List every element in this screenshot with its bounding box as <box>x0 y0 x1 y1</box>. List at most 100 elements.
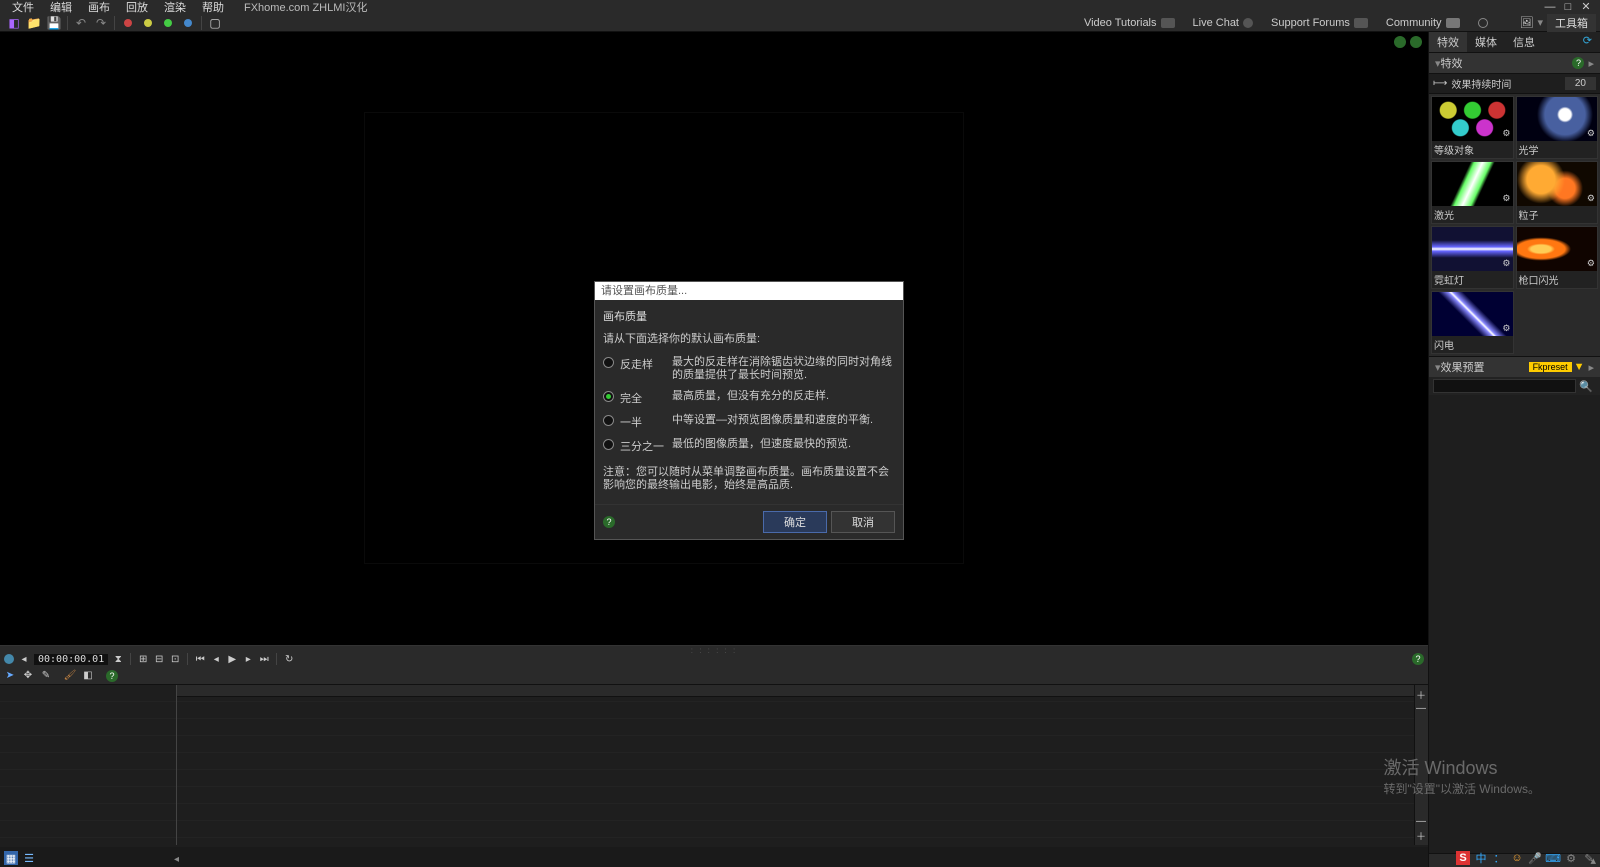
quality-half-icon[interactable] <box>160 15 176 31</box>
toggle-bounds-icon[interactable]: ▢ <box>207 15 223 31</box>
menu-bar: 文件 编辑 画布 回放 渲染 帮助 FXhome.com ZHLMI汉化 — □… <box>0 0 1600 14</box>
ime-handwrite-icon[interactable]: ✎ <box>1582 851 1596 865</box>
option-half[interactable]: 一半 中等设置—对预览图像质量和速度的平衡. <box>603 410 895 434</box>
ime-engine-icon[interactable]: S <box>1456 851 1470 865</box>
tab-media[interactable]: 媒体 <box>1467 32 1505 52</box>
effects-grid: ⚙ 等级对象 ⚙ 光学 ⚙ 激光 ⚙ 粒子 ⚙ 霓虹灯 ⚙ 枪口闪光 ⚙ 闪电 <box>1429 94 1600 356</box>
link-community[interactable]: Community <box>1386 17 1460 29</box>
loop-icon[interactable]: ↻ <box>283 653 295 665</box>
ok-button[interactable]: 确定 <box>763 511 827 533</box>
maximize-button[interactable]: □ <box>1562 1 1574 13</box>
ime-punct-icon[interactable]: ： <box>1492 851 1506 865</box>
section-menu-icon[interactable]: ▸ <box>1584 57 1594 70</box>
menu-playback[interactable]: 回放 <box>118 0 156 15</box>
pointer-tool-icon[interactable]: ➤ <box>4 670 16 682</box>
add-track-icon[interactable]: ＋ <box>1416 687 1426 702</box>
minimize-button[interactable]: — <box>1544 1 1556 13</box>
taskbar-app2-icon[interactable]: ☰ <box>22 851 36 865</box>
link-video-tutorials[interactable]: Video Tutorials <box>1084 17 1175 29</box>
effect-particles[interactable]: ⚙ 粒子 <box>1516 161 1599 224</box>
timeline-tracks[interactable]: ＋ — — ＋ <box>0 685 1428 845</box>
ime-settings-icon[interactable]: ⚙ <box>1564 851 1578 865</box>
menu-canvas[interactable]: 画布 <box>80 0 118 15</box>
link-live-chat[interactable]: Live Chat <box>1193 17 1253 29</box>
menu-render[interactable]: 渲染 <box>156 0 194 15</box>
effect-muzzle[interactable]: ⚙ 枪口闪光 <box>1516 226 1599 289</box>
effect-laser[interactable]: ⚙ 激光 <box>1431 161 1514 224</box>
image-tab-icon[interactable]: 🖼 <box>1520 16 1534 29</box>
link-globe[interactable] <box>1478 18 1488 28</box>
next-frame-icon[interactable]: ▸ <box>242 653 254 665</box>
gear-icon: ⚙ <box>1502 128 1510 139</box>
collapse-panel-icon[interactable]: ⟳ <box>1575 32 1600 52</box>
tab-info[interactable]: 信息 <box>1505 32 1543 52</box>
section-effects-label: 特效 <box>1441 55 1463 71</box>
canvas-help-icon[interactable] <box>1410 36 1422 48</box>
eraser-tool-icon[interactable]: ◧ <box>82 670 94 682</box>
dialog-note: 注意：您可以随时从菜单调整画布质量。画布质量设置不会影响您的最终输出电影，始终是… <box>603 458 895 496</box>
timecode-mode-icon[interactable]: ⧗ <box>112 653 124 665</box>
timecode-display[interactable]: 00:00:00.01 <box>34 654 108 665</box>
duration-icon: ⟼ <box>1433 78 1447 89</box>
effect-lightning[interactable]: ⚙ 闪电 <box>1431 291 1514 354</box>
redo-icon[interactable]: ↷ <box>93 15 109 31</box>
zoom-in-icon[interactable]: ＋ <box>1416 828 1426 843</box>
search-icon[interactable]: 🔍 <box>1576 380 1596 393</box>
open-icon[interactable]: 📁 <box>26 15 42 31</box>
menu-edit[interactable]: 编辑 <box>42 0 80 15</box>
prev-frame-icon[interactable]: ◂ <box>210 653 222 665</box>
dialog-help-icon[interactable]: ? <box>603 516 615 528</box>
link-support-forums[interactable]: Support Forums <box>1271 17 1368 29</box>
quality-full-icon[interactable] <box>140 15 156 31</box>
quality-third-icon[interactable] <box>180 15 196 31</box>
effect-neon[interactable]: ⚙ 霓虹灯 <box>1431 226 1514 289</box>
close-button[interactable]: ✕ <box>1580 1 1592 13</box>
razor-tool-icon[interactable]: ✎ <box>40 670 52 682</box>
gear-icon: ⚙ <box>1587 258 1595 269</box>
menu-file[interactable]: 文件 <box>4 0 42 15</box>
play-icon[interactable]: ▶ <box>226 653 238 665</box>
canvas-sync-icon[interactable] <box>1394 36 1406 48</box>
option-third[interactable]: 三分之一 最低的图像质量，但速度最快的预览. <box>603 434 895 458</box>
option-antialiased[interactable]: 反走样 最大的反走样在消除锯齿状边缘的同时对角线的质量提供了最长时间预览. <box>603 352 895 386</box>
quality-antialiased-icon[interactable] <box>120 15 136 31</box>
menu-help[interactable]: 帮助 <box>194 0 232 15</box>
tab-effects[interactable]: 特效 <box>1429 32 1467 52</box>
ime-mic-icon[interactable]: 🎤 <box>1528 851 1542 865</box>
tl-tool-c-icon[interactable]: ⊡ <box>169 653 181 665</box>
tl-tool-b-icon[interactable]: ⊟ <box>153 653 165 665</box>
ime-keyboard-icon[interactable]: ⌨ <box>1546 851 1560 865</box>
tools-help-icon[interactable]: ? <box>106 670 118 682</box>
hscroll-left-icon[interactable]: ◂ <box>174 854 179 865</box>
preset-menu-icon[interactable]: ▸ <box>1584 361 1594 374</box>
taskbar-app-icon[interactable]: ▦ <box>4 851 18 865</box>
ime-emoji-icon[interactable]: ☺ <box>1510 851 1524 865</box>
cancel-button[interactable]: 取消 <box>831 511 895 533</box>
radio-icon <box>603 439 614 450</box>
duration-value[interactable]: 20 <box>1565 77 1596 90</box>
section-help-icon[interactable]: ? <box>1572 57 1584 69</box>
option-full[interactable]: 完全 最高质量，但没有充分的反走样. <box>603 386 895 410</box>
effect-grading[interactable]: ⚙ 等级对象 <box>1431 96 1514 159</box>
goto-end-icon[interactable]: ⏭ <box>258 653 270 665</box>
move-tool-icon[interactable]: ✥ <box>22 670 34 682</box>
effect-optics[interactable]: ⚙ 光学 <box>1516 96 1599 159</box>
goto-start-icon[interactable]: ⏮ <box>194 653 206 665</box>
brush-tool-icon[interactable]: 🖌 <box>64 670 76 682</box>
toolbox-tab[interactable]: 工具箱 <box>1547 14 1596 32</box>
timeline-settings-icon[interactable] <box>4 654 14 664</box>
remove-track-icon[interactable]: — <box>1416 703 1426 714</box>
chevron-down-icon[interactable]: ▼ <box>1574 361 1585 373</box>
timeline-ruler[interactable] <box>176 685 1428 697</box>
timeline-help-icon[interactable]: ? <box>1412 653 1424 665</box>
preset-search-input[interactable] <box>1433 379 1576 393</box>
scrub-icon[interactable]: ◂ <box>18 653 30 665</box>
save-icon[interactable]: 💾 <box>46 15 62 31</box>
undo-icon[interactable]: ↶ <box>73 15 89 31</box>
zoom-out-icon[interactable]: — <box>1416 816 1426 827</box>
activate-windows-watermark: 激活 Windows 转到"设置"以激活 Windows。 <box>1383 754 1540 797</box>
dialog-instruction: 请从下面选择你的默认画布质量: <box>603 328 895 352</box>
tl-tool-a-icon[interactable]: ⊞ <box>137 653 149 665</box>
ime-lang-button[interactable]: 中 <box>1474 851 1488 865</box>
new-project-icon[interactable]: ◧ <box>6 15 22 31</box>
